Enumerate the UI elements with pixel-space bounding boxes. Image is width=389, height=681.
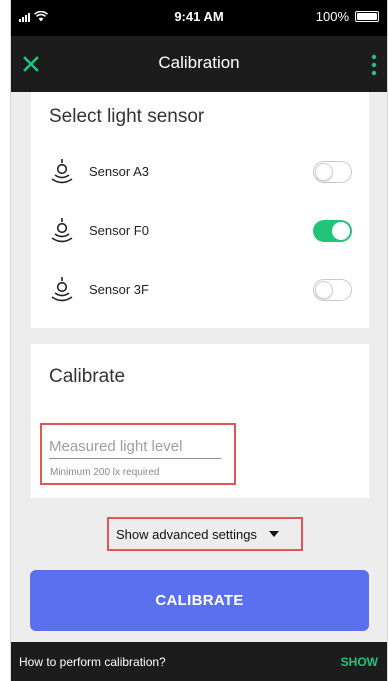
measured-light-field: Minimum 200 lx required <box>40 423 236 485</box>
sensor-card: Select light sensor Sensor A3 Sensor F0 <box>31 92 369 328</box>
measured-light-input[interactable] <box>49 434 221 459</box>
advanced-settings-toggle[interactable]: Show advanced settings <box>107 517 303 551</box>
sensor-label: Sensor 3F <box>89 282 149 297</box>
sensor-row-3f: Sensor 3F <box>31 266 369 314</box>
sensor-row-f0: Sensor F0 <box>31 207 369 255</box>
measured-light-helper: Minimum 200 lx required <box>50 467 160 478</box>
sensor-f0-toggle[interactable] <box>313 220 352 242</box>
battery-percent: 100% <box>315 9 349 24</box>
snackbar-message: How to perform calibration? <box>19 655 166 669</box>
light-sensor-icon <box>51 159 73 184</box>
more-vertical-icon[interactable] <box>369 54 379 76</box>
calibrate-section-heading: Calibrate <box>49 366 126 387</box>
snackbar-show-button[interactable]: SHOW <box>341 655 378 669</box>
calibrate-button[interactable]: CALIBRATE <box>30 570 369 631</box>
app-bar: Calibration <box>11 36 387 92</box>
sensor-label: Sensor A3 <box>89 164 149 179</box>
light-sensor-icon <box>51 277 73 302</box>
battery-icon <box>355 11 379 22</box>
status-bar: 9:41 AM 100% <box>11 0 387 36</box>
sensor-a3-toggle[interactable] <box>313 161 352 183</box>
sensor-row-a3: Sensor A3 <box>31 148 369 196</box>
page-title: Calibration <box>158 53 240 72</box>
phone-screen: 9:41 AM 100% Calibration Select light se… <box>10 0 388 681</box>
status-right: 100% <box>316 9 379 24</box>
light-sensor-icon <box>51 218 73 243</box>
snackbar: How to perform calibration? SHOW <box>11 642 387 681</box>
advanced-settings-label: Show advanced settings <box>116 526 257 542</box>
sensor-section-heading: Select light sensor <box>49 106 205 127</box>
sensor-label: Sensor F0 <box>89 223 149 238</box>
triangle-down-icon <box>268 531 279 537</box>
calibrate-card: Calibrate Minimum 200 lx required <box>31 344 369 498</box>
sensor-3f-toggle[interactable] <box>313 279 352 301</box>
